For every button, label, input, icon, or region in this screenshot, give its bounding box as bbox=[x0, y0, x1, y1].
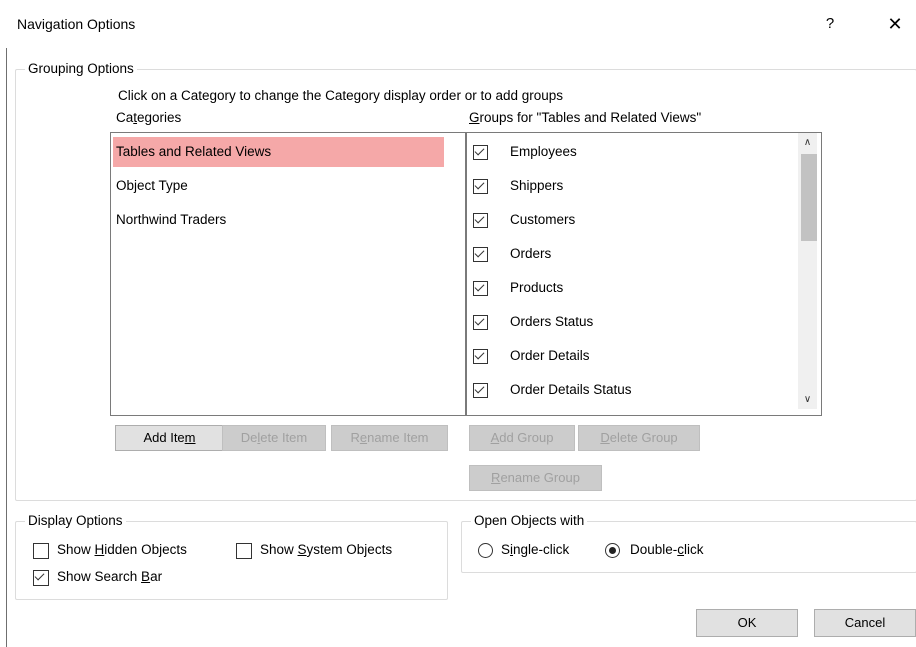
rename-item-button[interactable]: Rename Item bbox=[331, 425, 448, 451]
group-item[interactable]: Shippers bbox=[471, 171, 791, 201]
show-search-bar-option[interactable]: Show Search Bar bbox=[33, 569, 233, 587]
single-click-label: Single-click bbox=[501, 542, 570, 557]
groups-scrollbar[interactable]: ∧ ∨ bbox=[798, 133, 817, 409]
category-item-label: Object Type bbox=[116, 178, 188, 193]
dialog-title: Navigation Options bbox=[17, 16, 136, 32]
show-search-bar-checkbox[interactable] bbox=[33, 570, 49, 586]
category-item-label: Northwind Traders bbox=[116, 212, 227, 227]
group-checkbox[interactable] bbox=[473, 383, 488, 398]
category-item[interactable]: Object Type bbox=[113, 171, 444, 201]
display-options-group bbox=[15, 521, 448, 600]
group-checkbox[interactable] bbox=[473, 247, 488, 262]
group-checkbox[interactable] bbox=[473, 315, 488, 330]
rename-group-button[interactable]: Rename Group bbox=[469, 465, 602, 491]
group-item[interactable]: Employees bbox=[471, 137, 791, 167]
scroll-up-icon[interactable]: ∧ bbox=[798, 134, 817, 152]
show-search-bar-label: Show Search Bar bbox=[57, 569, 163, 584]
group-item-label: Shippers bbox=[510, 178, 564, 193]
group-item-label: Orders Status bbox=[510, 314, 594, 329]
group-item-label: Employees bbox=[510, 144, 577, 159]
navigation-options-dialog: Navigation Options ? ✕ Grouping Options … bbox=[0, 0, 916, 647]
group-item[interactable]: Customers bbox=[471, 205, 791, 235]
double-click-label: Double-click bbox=[630, 542, 704, 557]
groups-label: Groups for "Tables and Related Views" bbox=[469, 110, 702, 125]
group-item[interactable]: Orders Status bbox=[471, 307, 791, 337]
display-options-legend: Display Options bbox=[25, 513, 126, 528]
categories-list[interactable]: Tables and Related Views Object Type Nor… bbox=[110, 132, 466, 416]
delete-item-button[interactable]: Delete Item bbox=[222, 425, 326, 451]
add-group-button[interactable]: Add Group bbox=[469, 425, 575, 451]
group-checkbox[interactable] bbox=[473, 145, 488, 160]
scroll-thumb[interactable] bbox=[801, 154, 817, 241]
title-bar: Navigation Options ? ✕ bbox=[0, 0, 916, 48]
group-checkbox[interactable] bbox=[473, 349, 488, 364]
cancel-button[interactable]: Cancel bbox=[814, 609, 916, 637]
show-hidden-objects-checkbox[interactable] bbox=[33, 543, 49, 559]
single-click-radio[interactable] bbox=[478, 543, 493, 558]
grouping-options-legend: Grouping Options bbox=[25, 61, 137, 76]
groups-list[interactable]: Employees Shippers Customers Orders Prod… bbox=[466, 132, 822, 416]
group-item[interactable]: Products bbox=[471, 273, 791, 303]
single-click-option[interactable]: Single-click bbox=[478, 542, 596, 560]
show-system-objects-label: Show System Objects bbox=[260, 542, 393, 557]
show-hidden-objects-label: Show Hidden Objects bbox=[57, 542, 187, 557]
category-item-label: Tables and Related Views bbox=[116, 144, 272, 159]
group-item-label: Customers bbox=[510, 212, 576, 227]
delete-group-button[interactable]: Delete Group bbox=[578, 425, 700, 451]
open-objects-legend: Open Objects with bbox=[471, 513, 588, 528]
group-item[interactable]: Orders bbox=[471, 239, 791, 269]
show-system-objects-checkbox[interactable] bbox=[236, 543, 252, 559]
group-item-label: Products bbox=[510, 280, 564, 295]
group-item-label: Order Details bbox=[510, 348, 590, 363]
group-checkbox[interactable] bbox=[473, 281, 488, 296]
close-button[interactable]: ✕ bbox=[878, 10, 912, 38]
double-click-radio[interactable] bbox=[605, 543, 620, 558]
scroll-down-icon[interactable]: ∨ bbox=[798, 391, 817, 409]
show-hidden-objects-option[interactable]: Show Hidden Objects bbox=[33, 542, 233, 560]
group-checkbox[interactable] bbox=[473, 179, 488, 194]
window-border bbox=[6, 48, 7, 647]
double-click-option[interactable]: Double-click bbox=[605, 542, 735, 560]
show-system-objects-option[interactable]: Show System Objects bbox=[236, 542, 436, 560]
group-item[interactable]: Order Details bbox=[471, 341, 791, 371]
group-item-label: Order Details Status bbox=[510, 382, 632, 397]
group-checkbox[interactable] bbox=[473, 213, 488, 228]
categories-label: Categories bbox=[116, 110, 182, 125]
add-item-button[interactable]: Add Item bbox=[115, 425, 224, 451]
help-button[interactable]: ? bbox=[815, 10, 845, 38]
grouping-instruction: Click on a Category to change the Catego… bbox=[118, 88, 564, 103]
category-item[interactable]: Tables and Related Views bbox=[113, 137, 444, 167]
ok-button[interactable]: OK bbox=[696, 609, 798, 637]
group-item[interactable]: Order Details Status bbox=[471, 375, 791, 405]
group-item-label: Orders bbox=[510, 246, 552, 261]
category-item[interactable]: Northwind Traders bbox=[113, 205, 444, 235]
